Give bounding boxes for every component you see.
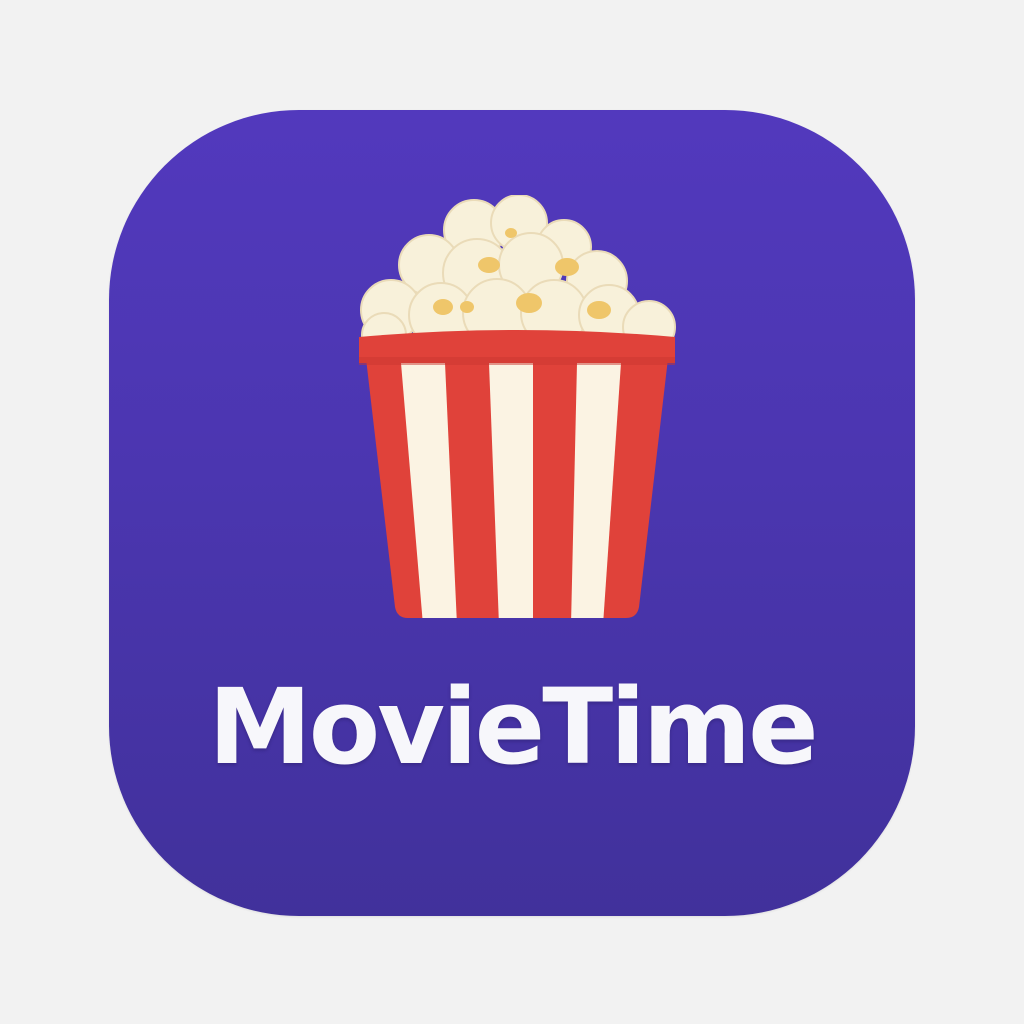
bucket-body <box>365 350 669 618</box>
app-icon-tile[interactable]: MovieTime <box>109 110 915 916</box>
app-name-label: MovieTime <box>208 666 818 788</box>
popcorn-bucket-icon <box>359 195 676 618</box>
